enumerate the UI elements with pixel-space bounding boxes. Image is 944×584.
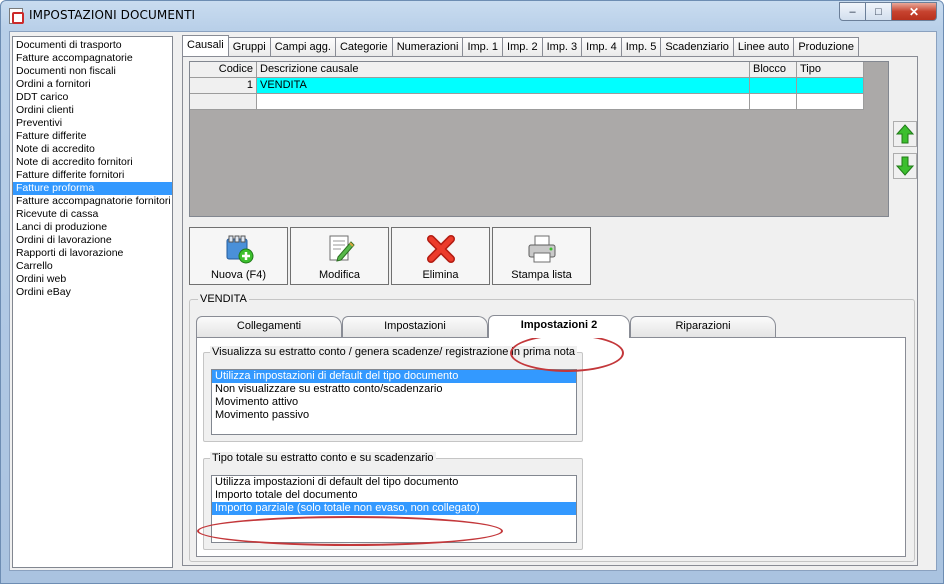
cell-codice-new xyxy=(190,94,257,110)
subtab-riparazioni[interactable]: Riparazioni xyxy=(630,316,776,337)
list-item-documenti-di-trasporto[interactable]: Documenti di trasporto xyxy=(13,39,172,52)
list-item-fatture-differite-fornitori[interactable]: Fatture differite fornitori xyxy=(13,169,172,182)
nuova-button[interactable]: Nuova (F4) xyxy=(189,227,288,285)
estratto-option-3[interactable]: Movimento attivo xyxy=(212,396,576,409)
estratto-conto-listbox[interactable]: Utilizza impostazioni di default del tip… xyxy=(211,369,577,435)
maximize-button[interactable]: □ xyxy=(866,2,892,21)
cell-tipo-new[interactable] xyxy=(797,94,864,110)
tab-gruppi[interactable]: Gruppi xyxy=(227,37,271,57)
modifica-label: Modifica xyxy=(319,269,360,281)
subtab-impostazioni[interactable]: Impostazioni xyxy=(342,316,488,337)
elimina-label: Elimina xyxy=(422,269,459,281)
estratto-conto-legend: Visualizza su estratto conto / genera sc… xyxy=(210,346,577,358)
client-area: Documenti di trasporto Fatture accompagna… xyxy=(9,31,937,571)
tipo-totale-option-2[interactable]: Importo totale del documento xyxy=(212,489,576,502)
tab-linee-auto[interactable]: Linee auto xyxy=(732,37,795,57)
modifica-button[interactable]: Modifica xyxy=(290,227,389,285)
subtab-collegamenti[interactable]: Collegamenti xyxy=(196,316,342,337)
cell-codice: 1 xyxy=(190,78,257,94)
vendita-group-title: VENDITA xyxy=(198,293,249,305)
tipo-totale-fieldset: Tipo totale su estratto conto e su scade… xyxy=(203,452,583,550)
tab-imp-2[interactable]: Imp. 2 xyxy=(502,37,543,57)
list-item-note-di-accredito-fornitori[interactable]: Note di accredito fornitori xyxy=(13,156,172,169)
subtab-impostazioni-2[interactable]: Impostazioni 2 xyxy=(488,315,630,338)
list-item-ordini-ebay[interactable]: Ordini eBay xyxy=(13,286,172,299)
list-item-fatture-proforma[interactable]: Fatture proforma xyxy=(13,182,172,195)
window-controls: – □ ✕ xyxy=(839,2,937,21)
tab-imp-1[interactable]: Imp. 1 xyxy=(462,37,504,57)
list-item-ricevute-di-cassa[interactable]: Ricevute di cassa xyxy=(13,208,172,221)
grid-header-blocco: Blocco xyxy=(750,62,797,78)
tab-imp-4[interactable]: Imp. 4 xyxy=(581,37,622,57)
tipo-totale-option-1[interactable]: Utilizza impostazioni di default del tip… xyxy=(212,476,576,489)
estratto-option-2[interactable]: Non visualizzare su estratto conto/scade… xyxy=(212,383,576,396)
estratto-conto-fieldset: Visualizza su estratto conto / genera sc… xyxy=(203,346,583,442)
estratto-option-4[interactable]: Movimento passivo xyxy=(212,409,576,422)
printer-icon xyxy=(528,235,555,263)
delete-x-icon xyxy=(426,235,455,263)
document-type-list[interactable]: Documenti di trasporto Fatture accompagna… xyxy=(12,36,173,568)
tab-numerazioni[interactable]: Numerazioni xyxy=(391,37,464,57)
list-item-documenti-non-fiscali[interactable]: Documenti non fiscali xyxy=(13,65,172,78)
reorder-buttons xyxy=(893,121,917,179)
tipo-totale-legend: Tipo totale su estratto conto e su scade… xyxy=(210,452,436,464)
arrow-up-icon xyxy=(896,124,914,144)
close-button[interactable]: ✕ xyxy=(892,2,937,21)
list-item-ordini-di-lavorazione[interactable]: Ordini di lavorazione xyxy=(13,234,172,247)
cell-tipo[interactable] xyxy=(797,78,864,94)
tab-causali[interactable]: Causali xyxy=(182,35,229,57)
list-item-lanci-di-produzione[interactable]: Lanci di produzione xyxy=(13,221,172,234)
new-document-icon xyxy=(226,235,253,264)
move-down-button[interactable] xyxy=(893,153,917,179)
title-bar: IMPOSTAZIONI DOCUMENTI – □ ✕ xyxy=(1,1,943,30)
cell-descrizione-new[interactable] xyxy=(257,94,750,110)
causali-grid[interactable]: Codice Descrizione causale Blocco Tipo 1… xyxy=(189,61,889,217)
tipo-totale-listbox[interactable]: Utilizza impostazioni di default del tip… xyxy=(211,475,577,543)
nuova-label: Nuova (F4) xyxy=(210,269,267,281)
cell-blocco-new[interactable] xyxy=(750,94,797,110)
list-item-fatture-accompagnatorie-fornitori[interactable]: Fatture accompagnatorie fornitori xyxy=(13,195,172,208)
list-item-rapporti-di-lavorazione[interactable]: Rapporti di lavorazione xyxy=(13,247,172,260)
list-item-ddt-carico[interactable]: DDT carico xyxy=(13,91,172,104)
tab-imp-5[interactable]: Imp. 5 xyxy=(620,37,662,57)
list-item-ordini-a-fornitori[interactable]: Ordini a fornitori xyxy=(13,78,172,91)
document-app-icon xyxy=(9,8,24,24)
cell-blocco[interactable] xyxy=(750,78,797,94)
grid-header-codice: Codice xyxy=(190,62,257,78)
tab-categorie[interactable]: Categorie xyxy=(334,37,393,57)
edit-document-icon xyxy=(329,235,355,262)
minimize-button[interactable]: – xyxy=(839,2,866,21)
main-tabstrip: Causali Gruppi Campi agg. Categorie Numerazi… xyxy=(182,35,859,57)
table-row[interactable]: 1 VENDITA xyxy=(190,78,864,94)
main-window: IMPOSTAZIONI DOCUMENTI – □ ✕ Documenti d… xyxy=(0,0,944,584)
tab-campi-agg[interactable]: Campi agg. xyxy=(269,37,336,57)
cell-descrizione[interactable]: VENDITA xyxy=(257,78,750,94)
list-item-carrello[interactable]: Carrello xyxy=(13,260,172,273)
tipo-totale-option-3[interactable]: Importo parziale (solo totale non evaso,… xyxy=(212,502,576,515)
stampa-button[interactable]: Stampa lista xyxy=(492,227,591,285)
action-toolbar: Nuova (F4) Modifica Elimina Stampa lista xyxy=(189,227,591,285)
tab-imp-3[interactable]: Imp. 3 xyxy=(541,37,583,57)
window-title: IMPOSTAZIONI DOCUMENTI xyxy=(29,8,196,22)
stampa-label: Stampa lista xyxy=(511,269,572,281)
list-item-ordini-web[interactable]: Ordini web xyxy=(13,273,172,286)
list-item-note-di-accredito[interactable]: Note di accredito xyxy=(13,143,172,156)
list-item-preventivi[interactable]: Preventivi xyxy=(13,117,172,130)
elimina-button[interactable]: Elimina xyxy=(391,227,490,285)
impostazioni-2-panel: Visualizza su estratto conto / genera sc… xyxy=(196,337,906,557)
arrow-down-icon xyxy=(896,156,914,176)
list-item-fatture-differite[interactable]: Fatture differite xyxy=(13,130,172,143)
grid-header-tipo: Tipo xyxy=(797,62,864,78)
tab-produzione[interactable]: Produzione xyxy=(793,37,859,57)
vendita-group: VENDITA Collegamenti Impostazioni Impost… xyxy=(189,293,915,562)
tab-scadenziario[interactable]: Scadenziario xyxy=(660,37,734,57)
move-up-button[interactable] xyxy=(893,121,917,147)
list-item-fatture-accompagnatorie[interactable]: Fatture accompagnatorie xyxy=(13,52,172,65)
table-row-new[interactable] xyxy=(190,94,864,110)
grid-header-descrizione: Descrizione causale xyxy=(257,62,750,78)
grid-header-row: Codice Descrizione causale Blocco Tipo xyxy=(190,62,864,78)
estratto-option-1[interactable]: Utilizza impostazioni di default del tip… xyxy=(212,370,576,383)
list-item-ordini-clienti[interactable]: Ordini clienti xyxy=(13,104,172,117)
causali-panel: Codice Descrizione causale Blocco Tipo 1… xyxy=(182,56,918,566)
